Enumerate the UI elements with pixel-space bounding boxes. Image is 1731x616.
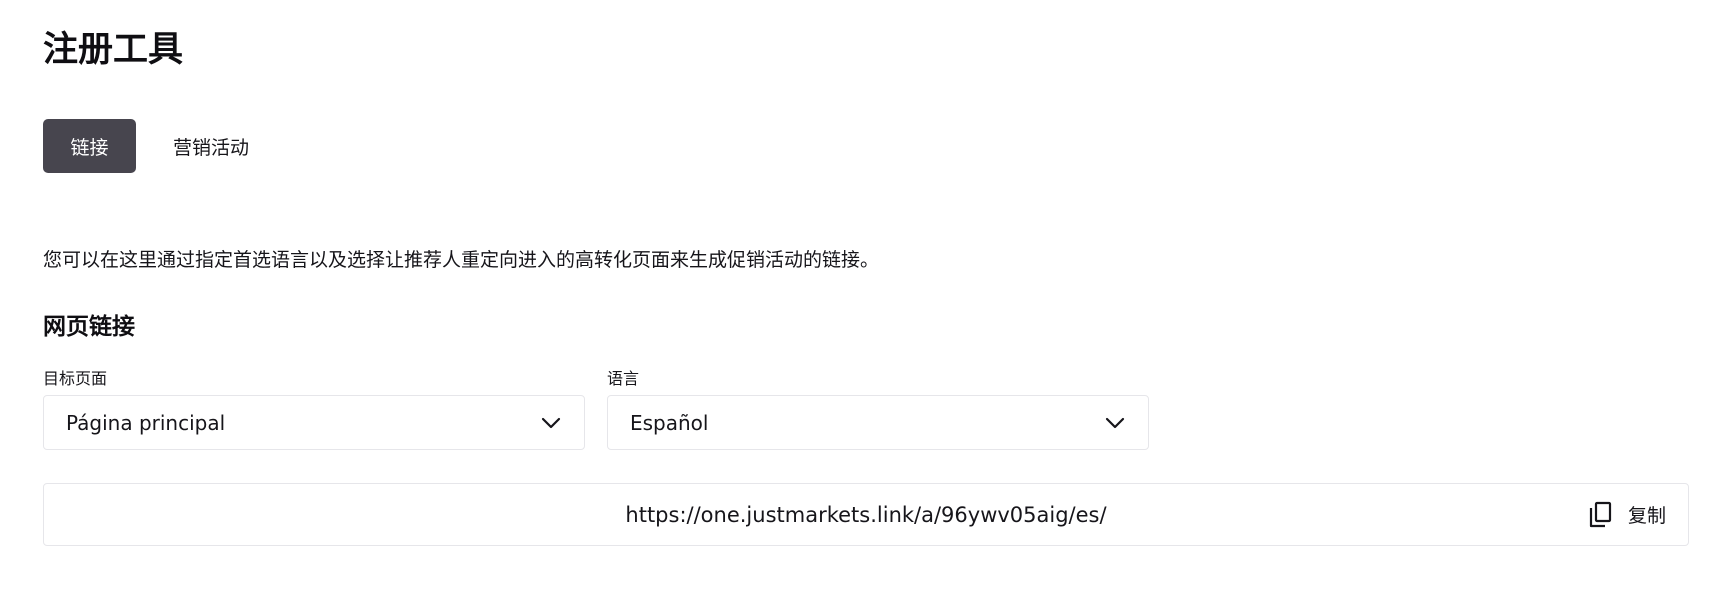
target-page-value: Página principal xyxy=(66,410,226,435)
chevron-down-icon xyxy=(1104,412,1126,434)
generated-link-box: https://one.justmarkets.link/a/96ywv05ai… xyxy=(43,483,1689,546)
tab-campaigns[interactable]: 营销活动 xyxy=(136,119,286,173)
page-title: 注册工具 xyxy=(43,30,184,70)
copy-label: 复制 xyxy=(1627,505,1666,527)
tab-bar: 链接 营销活动 xyxy=(43,119,286,173)
language-label: 语言 xyxy=(607,369,640,388)
copy-icon xyxy=(1588,501,1614,529)
language-value: Español xyxy=(630,410,709,435)
tab-links[interactable]: 链接 xyxy=(43,119,136,173)
registration-tools-page: 注册工具 链接 营销活动 您可以在这里通过指定首选语言以及选择让推荐人重定向进入… xyxy=(0,0,1731,616)
copy-button[interactable]: 复制 xyxy=(1588,484,1666,545)
chevron-down-icon xyxy=(540,412,562,434)
target-page-select[interactable]: Página principal xyxy=(43,395,585,450)
language-select[interactable]: Español xyxy=(607,395,1149,450)
target-page-label: 目标页面 xyxy=(43,369,108,388)
page-description: 您可以在这里通过指定首选语言以及选择让推荐人重定向进入的高转化页面来生成促销活动… xyxy=(43,249,880,271)
section-title-web-link: 网页链接 xyxy=(43,314,135,340)
generated-link-url: https://one.justmarkets.link/a/96ywv05ai… xyxy=(625,502,1107,527)
